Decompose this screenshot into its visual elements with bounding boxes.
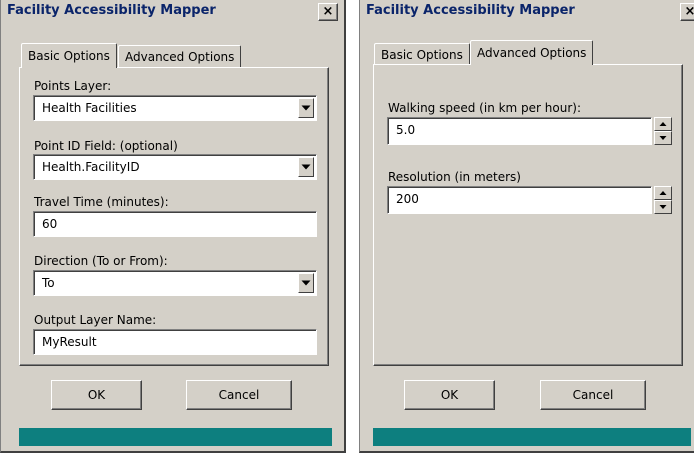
travel-time-value: 60 xyxy=(42,217,58,231)
resolution-spinner[interactable] xyxy=(654,186,672,214)
title-bar[interactable]: Facility Accessibility Mapper × xyxy=(360,0,694,24)
dialog-basic-options: Facility Accessibility Mapper × Basic Op… xyxy=(0,0,346,453)
window-title: Facility Accessibility Mapper xyxy=(7,3,216,18)
resolution-input[interactable]: 200 xyxy=(387,186,652,214)
tab-basic-options[interactable]: Basic Options xyxy=(374,43,470,65)
walking-speed-label: Walking speed (in km per hour): xyxy=(388,101,582,115)
tab-panel: Walking speed (in km per hour): 5.0 Reso… xyxy=(373,64,683,366)
cancel-button[interactable]: Cancel xyxy=(540,380,646,410)
walking-speed-value: 5.0 xyxy=(396,123,416,137)
point-id-dropdown-button[interactable] xyxy=(298,157,314,177)
walking-speed-input[interactable]: 5.0 xyxy=(387,117,652,145)
tab-advanced-options[interactable]: Advanced Options xyxy=(470,40,594,65)
chevron-down-icon xyxy=(301,164,311,170)
dialog-advanced-options: Facility Accessibility Mapper × Basic Op… xyxy=(359,0,694,453)
point-id-label: Point ID Field: (optional) xyxy=(34,139,178,153)
close-icon: × xyxy=(684,4,694,19)
travel-time-input[interactable]: 60 xyxy=(33,211,317,237)
output-layer-label: Output Layer Name: xyxy=(34,313,157,327)
ok-button[interactable]: OK xyxy=(51,380,142,410)
direction-select[interactable]: To xyxy=(33,270,317,296)
close-button[interactable]: × xyxy=(680,3,694,21)
point-id-value: Health.FacilityID xyxy=(42,160,140,174)
travel-time-label: Travel Time (minutes): xyxy=(34,195,169,209)
resolution-value: 200 xyxy=(396,192,419,206)
close-icon: × xyxy=(322,4,334,19)
resolution-decrement-button[interactable] xyxy=(654,200,672,214)
chevron-down-icon xyxy=(301,105,311,111)
tab-advanced-options[interactable]: Advanced Options xyxy=(118,45,242,67)
points-layer-select[interactable]: Health Facilities xyxy=(33,95,317,121)
direction-dropdown-button[interactable] xyxy=(298,273,314,293)
title-bar[interactable]: Facility Accessibility Mapper × xyxy=(1,0,344,24)
chevron-down-icon xyxy=(301,280,311,286)
output-layer-value: MyResult xyxy=(42,335,97,349)
progress-bar xyxy=(373,428,691,446)
resolution-increment-button[interactable] xyxy=(654,186,672,200)
tab-panel: Points Layer: Health Facilities Point ID… xyxy=(19,67,329,366)
resolution-label: Resolution (in meters) xyxy=(388,170,521,184)
points-layer-label: Points Layer: xyxy=(34,79,112,93)
window-title: Facility Accessibility Mapper xyxy=(366,3,575,18)
tab-basic-options[interactable]: Basic Options xyxy=(21,43,117,68)
chevron-up-icon xyxy=(659,191,667,195)
chevron-down-icon xyxy=(659,205,667,209)
point-id-select[interactable]: Health.FacilityID xyxy=(33,154,317,180)
points-layer-value: Health Facilities xyxy=(42,101,137,115)
progress-bar xyxy=(19,428,332,446)
output-layer-input[interactable]: MyResult xyxy=(33,329,317,355)
ok-button[interactable]: OK xyxy=(404,380,495,410)
direction-label: Direction (To or From): xyxy=(34,254,168,268)
chevron-down-icon xyxy=(659,136,667,140)
walking-speed-spinner[interactable] xyxy=(654,117,672,145)
points-layer-dropdown-button[interactable] xyxy=(298,98,314,118)
cancel-button[interactable]: Cancel xyxy=(186,380,292,410)
walking-speed-decrement-button[interactable] xyxy=(654,131,672,145)
walking-speed-increment-button[interactable] xyxy=(654,117,672,131)
close-button[interactable]: × xyxy=(318,3,338,21)
direction-value: To xyxy=(42,276,55,290)
chevron-up-icon xyxy=(659,122,667,126)
